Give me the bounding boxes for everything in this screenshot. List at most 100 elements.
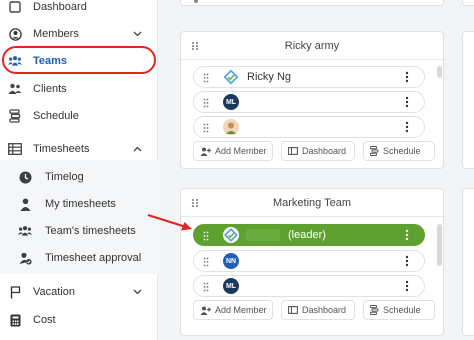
more-options-icon[interactable] — [405, 229, 409, 241]
members-icon — [8, 27, 22, 41]
team-card-offscreen — [462, 0, 474, 6]
schedule-button[interactable]: Schedule — [363, 300, 435, 320]
sidebar-item-label: Timelog — [45, 171, 84, 183]
sidebar-item-label: Team's timesheets — [45, 225, 136, 237]
schedule-icon — [370, 146, 379, 156]
member-row[interactable]: Ricky Ng — [193, 66, 425, 88]
annotation-arrow-icon — [147, 213, 192, 231]
drag-handle-icon[interactable] — [203, 282, 209, 292]
team-card-header: Marketing Team — [181, 189, 443, 217]
member-name: Ricky Ng — [247, 71, 292, 83]
team-card: Marketing Team (leader) NN ML Add Member… — [180, 188, 444, 336]
dashboard-button[interactable]: Dashboard — [281, 300, 355, 320]
team-actions: Add Member Dashboard Schedule — [193, 300, 435, 320]
team-actions: Add Member Dashboard Schedule — [193, 141, 435, 161]
team-card-offscreen — [462, 31, 474, 169]
member-row[interactable]: NN — [193, 250, 425, 272]
member-row[interactable] — [193, 116, 425, 138]
flag-icon — [8, 285, 22, 299]
app-window: Dashboard Members Teams Clients Schedule… — [0, 0, 474, 340]
team-name: Ricky army — [284, 39, 340, 52]
redacted-name — [246, 229, 280, 241]
sidebar: Dashboard Members Teams Clients Schedule… — [0, 0, 158, 340]
sidebar-item-label: My timesheets — [45, 198, 116, 210]
member-row[interactable]: ML — [193, 275, 425, 297]
team-icon — [18, 224, 32, 238]
teams-board: Ricky army Ricky Ng ML Add Member Dashbo… — [158, 0, 474, 340]
teams-icon — [8, 54, 22, 68]
sidebar-item-teams-timesheets[interactable]: Team's timesheets — [0, 219, 158, 243]
sidebar-item-label: Vacation — [33, 286, 75, 298]
sidebar-item-teams[interactable]: Teams — [0, 49, 158, 73]
sidebar-item-label: Members — [33, 28, 79, 40]
member-row-leader[interactable]: (leader) — [193, 224, 425, 246]
sidebar-item-label: Cost — [33, 314, 56, 326]
sidebar-item-timesheets[interactable]: Timesheets — [0, 137, 158, 161]
avatar: ML — [223, 278, 239, 294]
drag-handle-icon[interactable] — [203, 257, 209, 267]
schedule-icon — [8, 109, 22, 123]
sidebar-item-dashboard[interactable]: Dashboard — [0, 0, 158, 19]
more-options-icon[interactable] — [405, 96, 409, 108]
sidebar-item-vacation[interactable]: Vacation — [0, 280, 158, 304]
sidebar-item-schedule[interactable]: Schedule — [0, 104, 158, 128]
sidebar-item-label: Dashboard — [33, 1, 87, 13]
scrollbar[interactable] — [437, 224, 442, 266]
team-card-previous — [180, 0, 444, 6]
chevron-down-icon[interactable] — [132, 29, 142, 39]
drag-handle-icon[interactable] — [203, 98, 209, 108]
drag-handle-icon[interactable] — [203, 123, 209, 133]
sidebar-item-clients[interactable]: Clients — [0, 77, 158, 101]
sidebar-item-label: Schedule — [33, 110, 79, 122]
drag-handle-icon[interactable] — [203, 231, 209, 241]
add-member-label: Add Member — [215, 305, 267, 315]
schedule-icon — [370, 305, 379, 315]
sidebar-item-cost[interactable]: Cost — [0, 308, 158, 332]
sidebar-item-label: Teams — [33, 55, 68, 67]
sidebar-item-label: Timesheet approval — [45, 252, 142, 264]
timelog-icon — [18, 170, 32, 184]
more-options-icon[interactable] — [405, 255, 409, 267]
schedule-button[interactable]: Schedule — [363, 141, 435, 161]
drag-handle-icon[interactable] — [191, 41, 199, 51]
more-options-icon[interactable] — [405, 280, 409, 292]
person-icon — [18, 197, 32, 211]
add-user-icon — [200, 306, 211, 315]
avatar-logo-icon — [223, 227, 239, 243]
member-row[interactable]: ML — [193, 91, 425, 113]
schedule-label: Schedule — [383, 146, 421, 156]
avatar: ML — [223, 94, 239, 110]
sidebar-item-members[interactable]: Members — [0, 22, 158, 46]
chevron-down-icon[interactable] — [132, 287, 142, 297]
chevron-up-icon[interactable] — [132, 144, 142, 154]
more-options-icon[interactable] — [405, 121, 409, 133]
timesheets-icon — [8, 142, 22, 156]
drag-handle-icon[interactable] — [191, 198, 199, 208]
add-user-icon — [200, 147, 211, 156]
dashboard-label: Dashboard — [302, 305, 347, 315]
more-options-icon[interactable] — [405, 71, 409, 83]
add-member-button[interactable]: Add Member — [193, 300, 273, 320]
sidebar-item-timelog[interactable]: Timelog — [0, 165, 158, 189]
clients-icon — [8, 82, 22, 96]
dashboard-icon — [8, 0, 22, 14]
sidebar-item-timesheet-approval[interactable]: Timesheet approval — [0, 246, 158, 270]
member-role: (leader) — [288, 229, 326, 241]
scrollbar[interactable] — [437, 66, 442, 78]
sidebar-item-my-timesheets[interactable]: My timesheets — [0, 192, 158, 216]
schedule-label: Schedule — [383, 305, 421, 315]
add-member-button[interactable]: Add Member — [193, 141, 273, 161]
avatar-logo-icon — [223, 69, 239, 85]
sidebar-item-label: Timesheets — [33, 143, 90, 155]
team-card: Ricky army Ricky Ng ML Add Member Dashbo… — [180, 31, 444, 169]
drag-handle-icon[interactable] — [193, 0, 199, 4]
add-member-label: Add Member — [215, 146, 267, 156]
dashboard-icon — [288, 147, 298, 155]
sidebar-item-label: Clients — [33, 83, 67, 95]
dashboard-button[interactable]: Dashboard — [281, 141, 355, 161]
avatar-photo-icon — [223, 119, 239, 135]
dashboard-label: Dashboard — [302, 146, 347, 156]
avatar: NN — [223, 253, 239, 269]
team-card-header: Ricky army — [181, 32, 443, 60]
drag-handle-icon[interactable] — [203, 73, 209, 83]
